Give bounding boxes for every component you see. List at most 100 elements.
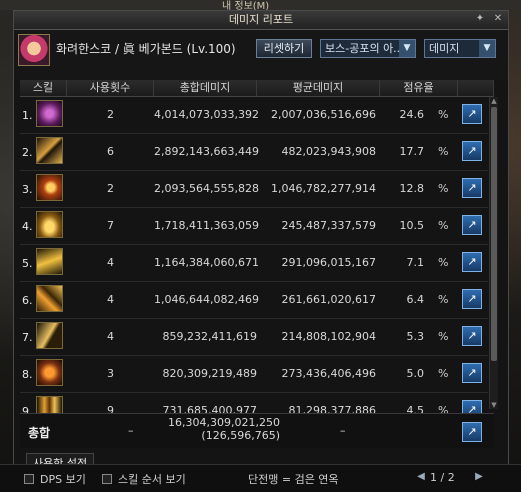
- percent-sign: %: [438, 145, 449, 158]
- uses-count: 4: [107, 256, 114, 269]
- chevron-down-icon: ▼: [479, 40, 495, 57]
- table-row[interactable]: 6. 4 1,046,644,082,469 261,661,020,617 6…: [20, 282, 488, 319]
- reset-button[interactable]: 리셋하기: [256, 39, 312, 58]
- dps-checkbox[interactable]: [24, 474, 34, 484]
- metric-select[interactable]: 데미지 ▼: [424, 39, 496, 58]
- table-rows: 1. 2 4,014,073,033,392 2,007,036,516,696…: [20, 97, 488, 430]
- column-uses[interactable]: 사용횟수: [67, 80, 154, 96]
- skill-icon: [36, 174, 63, 201]
- skill-order-label: 스킬 순서 보기: [118, 473, 186, 486]
- total-damage: 1,046,644,082,469: [154, 293, 259, 306]
- scroll-down-icon[interactable]: ▼: [490, 401, 498, 409]
- next-page-icon[interactable]: ▶: [472, 470, 486, 484]
- share-button[interactable]: ↗: [462, 104, 482, 124]
- uses-count: 4: [107, 293, 114, 306]
- chevron-down-icon: ▼: [399, 40, 415, 57]
- skill-order-checkbox[interactable]: [102, 474, 112, 484]
- total-damage-sub: (126,596,765): [201, 429, 280, 442]
- skill-icon: [36, 322, 63, 349]
- total-row: 총합 – 16,304,309,021,250 (126,596,765) – …: [20, 413, 494, 448]
- average-damage: 261,661,020,617: [281, 293, 376, 306]
- total-average: –: [340, 424, 346, 437]
- uses-count: 7: [107, 219, 114, 232]
- page-indicator: 1 / 2: [430, 471, 455, 484]
- rank: 8.: [22, 368, 33, 381]
- scroll-up-icon[interactable]: ▲: [490, 97, 498, 105]
- character-name: 화려한스코 / 眞 베가본드 (Lv.100): [56, 42, 236, 56]
- total-damage: 2,093,564,555,828: [154, 182, 259, 195]
- rank: 6.: [22, 294, 33, 307]
- average-damage: 482,023,943,908: [281, 145, 376, 158]
- column-skill[interactable]: 스킬: [20, 80, 67, 96]
- table-header: 스킬 사용횟수 총합데미지 평균데미지 점유율: [20, 80, 494, 97]
- character-avatar: [18, 34, 50, 66]
- pin-icon[interactable]: ✦: [474, 13, 486, 25]
- share-button[interactable]: ↗: [462, 289, 482, 309]
- dps-checkbox-label: DPS 보기: [40, 473, 86, 486]
- skill-icon: [36, 359, 63, 386]
- share-button[interactable]: ↗: [462, 178, 482, 198]
- rank: 5.: [22, 257, 33, 270]
- average-damage: 1,046,782,277,914: [271, 182, 376, 195]
- legend-text: 단전맹 = 검은 연옥: [248, 473, 339, 486]
- column-share[interactable]: 점유율: [380, 80, 458, 96]
- uses-count: 2: [107, 108, 114, 121]
- percent-sign: %: [438, 256, 449, 269]
- top-menu-strip: 내 정보(M): [0, 0, 521, 12]
- total-value-block: 16,304,309,021,250 (126,596,765): [160, 416, 280, 442]
- total-damage-value: 16,304,309,021,250: [168, 416, 280, 429]
- rank: 3.: [22, 183, 33, 196]
- uses-count: 2: [107, 182, 114, 195]
- boss-select[interactable]: 보스-공포의 아.. ▼: [320, 39, 416, 58]
- table-row[interactable]: 2. 6 2,892,143,663,449 482,023,943,908 1…: [20, 134, 488, 171]
- percent-sign: %: [438, 330, 449, 343]
- average-damage: 214,808,102,904: [281, 330, 376, 343]
- percent-sign: %: [438, 182, 449, 195]
- column-actions: [458, 80, 494, 96]
- average-damage: 245,487,337,579: [281, 219, 376, 232]
- report-header: 화려한스코 / 眞 베가본드 (Lv.100) 리셋하기 보스-공포의 아.. …: [14, 30, 508, 80]
- rank: 2.: [22, 146, 33, 159]
- skill-icon: [36, 285, 63, 312]
- column-average-damage[interactable]: 평균데미지: [257, 80, 380, 96]
- damage-report-window: 데미지 리포트 ✦ ✕ 화려한스코 / 眞 베가본드 (Lv.100) 리셋하기…: [13, 10, 509, 491]
- percent-sign: %: [438, 367, 449, 380]
- share-button[interactable]: ↗: [462, 141, 482, 161]
- share-button[interactable]: ↗: [462, 326, 482, 346]
- prev-page-icon[interactable]: ◀: [414, 470, 428, 484]
- scrollbar-thumb[interactable]: [491, 107, 497, 361]
- total-damage: 1,718,411,363,059: [154, 219, 259, 232]
- table-row[interactable]: 7. 4 859,232,411,619 214,808,102,904 5.3…: [20, 319, 488, 356]
- window-title: 데미지 리포트: [228, 13, 294, 26]
- table-row[interactable]: 8. 3 820,309,219,489 273,436,406,496 5.0…: [20, 356, 488, 393]
- close-icon[interactable]: ✕: [492, 13, 504, 25]
- boss-select-value: 보스-공포의 아..: [325, 42, 401, 55]
- average-damage: 2,007,036,516,696: [271, 108, 376, 121]
- total-damage: 4,014,073,033,392: [154, 108, 259, 121]
- damage-table: 스킬 사용횟수 총합데미지 평균데미지 점유율 1. 2 4,014,073,0…: [20, 80, 498, 430]
- percent-sign: %: [438, 293, 449, 306]
- share-button[interactable]: ↗: [462, 252, 482, 272]
- total-damage: 2,892,143,663,449: [154, 145, 259, 158]
- table-row[interactable]: 1. 2 4,014,073,033,392 2,007,036,516,696…: [20, 97, 488, 134]
- total-damage: 820,309,219,489: [162, 367, 257, 380]
- total-damage: 1,164,384,060,671: [154, 256, 259, 269]
- table-row[interactable]: 5. 4 1,164,384,060,671 291,096,015,167 7…: [20, 245, 488, 282]
- table-row[interactable]: 4. 7 1,718,411,363,059 245,487,337,579 1…: [20, 208, 488, 245]
- table-scrollbar[interactable]: ▲ ▼: [489, 97, 498, 409]
- average-damage: 291,096,015,167: [281, 256, 376, 269]
- skill-icon: [36, 248, 63, 275]
- total-label: 총합: [28, 426, 51, 440]
- percent-sign: %: [438, 108, 449, 121]
- skill-icon: [36, 100, 63, 127]
- share-button[interactable]: ↗: [462, 215, 482, 235]
- share-total-button[interactable]: ↗: [462, 422, 482, 442]
- column-total-damage[interactable]: 총합데미지: [154, 80, 257, 96]
- table-row[interactable]: 3. 2 2,093,564,555,828 1,046,782,277,914…: [20, 171, 488, 208]
- window-titlebar[interactable]: 데미지 리포트 ✦ ✕: [14, 11, 508, 30]
- footer-bar: DPS 보기 스킬 순서 보기 단전맹 = 검은 연옥 ◀ 1 / 2 ▶: [0, 464, 521, 492]
- skill-icon: [36, 211, 63, 238]
- share-button[interactable]: ↗: [462, 363, 482, 383]
- percent-sign: %: [438, 219, 449, 232]
- total-damage: 859,232,411,619: [162, 330, 257, 343]
